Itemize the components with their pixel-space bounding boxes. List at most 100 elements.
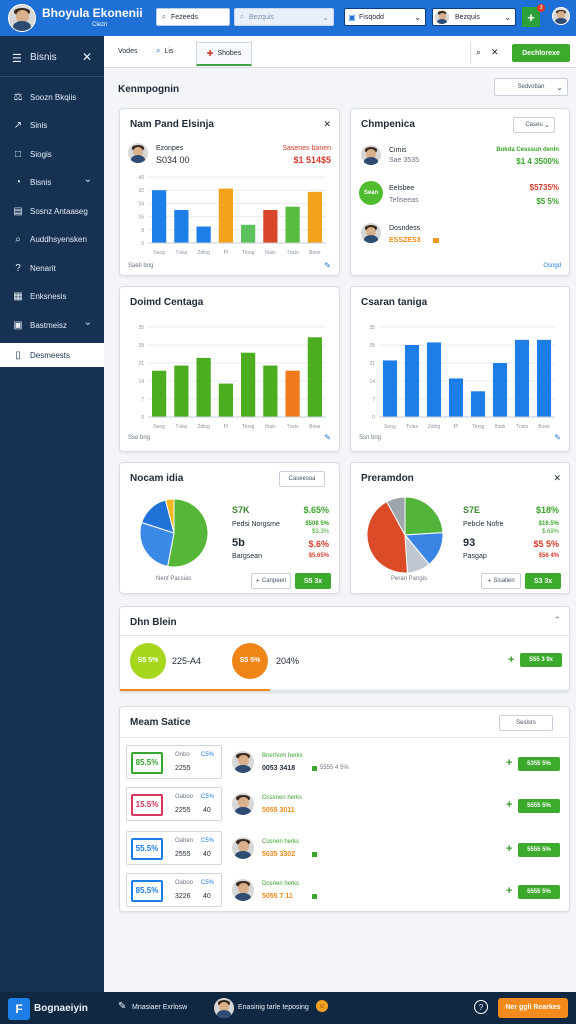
search-field-2[interactable]: ⌕ Bezquis ⌄ [234,8,334,26]
chevron-up-icon[interactable]: ⌃ [553,615,561,626]
bar [514,339,530,417]
list-item[interactable]: 85.5% Onbo C5% 2255 [126,745,222,779]
bottom-item-2[interactable]: Enasinig tarle teposing [238,1004,309,1011]
sidebar-item-1[interactable]: ⚖ Soozn Bkqiis [0,85,104,109]
close-icon[interactable]: ✕ [491,47,499,58]
card-7-title: Dhn Blein [130,617,177,628]
plus-icon[interactable]: + [506,843,512,855]
card-5-primary-button[interactable]: S5 3x [295,573,331,589]
sidebar-item-6[interactable]: ⌕ Auddhsyensken [0,227,104,251]
card-2-footer[interactable]: Osngd [543,263,561,269]
sidebar-item-9[interactable]: ▣ Bastmeisz ⌄ [0,313,104,337]
sidebar-item-label: Enksnesis [30,291,67,301]
bar [263,365,278,417]
sidebar-item-label: Soozn Bkqiis [30,92,77,102]
x-tick-label: Ttnsg [472,424,485,430]
search-field-1[interactable]: ⌕ Fezeeds [156,8,230,26]
row-2-badge: 15.5% [131,794,163,816]
menu-icon[interactable]: ☰ [12,52,22,65]
bar [152,190,167,243]
sidebar-item-4[interactable]: ◔ Bisnis ⌄ [0,170,104,194]
edit-icon[interactable]: ✎ [324,433,331,442]
row-1-badge: 85.5% [131,752,163,774]
card-8-select[interactable]: Seslsrs [499,715,553,731]
card-7-right-value: 204% [276,656,300,666]
main-content: Vodes ⌕ Lis ✚ Shobes ⌕ ✕ Dechlorexe Kenm… [104,36,576,992]
question-icon[interactable]: ? [474,1000,488,1014]
card-6-title: Preramdon [361,473,414,484]
y-tick-label: 21 [369,361,375,367]
x-tick-label: Seog [153,424,165,430]
tab-list[interactable]: ⌕ Lis [156,46,173,56]
close-icon[interactable]: ✕ [323,119,331,130]
row-1-link[interactable]: C5% [201,752,214,758]
row-3-link[interactable]: C5% [201,838,214,844]
list-item[interactable]: 85.5% Oaboo C5% 3226 40 [126,873,222,907]
row-1-action-button[interactable]: 5355 5% [518,757,560,771]
card-5-secondary-button[interactable]: + Canpeen [251,573,291,589]
card-1-value-left: S034 00 [156,155,190,165]
card-6-primary-button[interactable]: S3 3x [525,573,561,589]
sidebar-item-2[interactable]: ↗ Sinis [0,113,104,137]
row-2-action-button[interactable]: 5555 5% [518,799,560,813]
list-item[interactable]: 55.5% Oaben C5% 2555 40 [126,831,222,865]
avatar [214,998,234,1018]
y-tick-label: 0 [141,415,144,421]
edit-icon[interactable]: ✎ [554,433,561,442]
page-select[interactable]: Sedvoban ⌄ [494,78,568,96]
list-item[interactable]: 15.5% Oaboo C5% 2255 40 [126,787,222,821]
row-4-link[interactable]: C5% [201,880,214,886]
bar [307,191,322,243]
plus-icon[interactable]: + [506,799,512,811]
sidebar-item-7[interactable]: ? Nenarit [0,256,104,280]
card-6-pie [366,496,444,574]
plus-icon[interactable]: + [508,654,514,666]
card-6: Preramdon ✕ S7E $18% Pebcle Nofre $16.5%… [350,462,570,594]
card-7-action-button[interactable]: S55 3 9x [520,653,562,667]
brand-icon[interactable]: F [8,998,30,1020]
plus-icon[interactable]: + [506,885,512,897]
pie-slice [404,496,444,536]
row-4-value: 40 [203,893,211,900]
plus-icon[interactable]: + [506,757,512,769]
briefcase-icon: ▣ [13,319,23,331]
bar [492,363,508,417]
row-2-top: Oaboo [175,794,194,800]
chevron-down-icon: ⌄ [414,12,421,22]
row-2-link[interactable]: C5% [201,794,214,800]
sidebar-divider [0,76,104,77]
cta-button[interactable]: Ner ggli Rearkes [498,998,568,1018]
close-icon[interactable]: ✕ [82,50,92,64]
sidebar-item-8[interactable]: ▦ Enksnesis [0,284,104,308]
card-6-d-value: $.69% [541,529,559,535]
card-5-select[interactable]: Caseesoa [279,471,325,487]
row-4-action-button[interactable]: 5555 5% [518,885,560,899]
person-2-value2: $5 5% [536,197,559,206]
sidebar-item-3[interactable]: □ Siogis [0,142,104,166]
profile-avatar[interactable] [552,7,570,25]
card-5-c-label: 5b [232,537,245,549]
person-1-value: Bnkda Cesssun denln [496,147,559,153]
sidebar-item-5[interactable]: ▤ Sosnz Antaaseg [0,199,104,223]
card-6-secondary-label: Sisatien [493,578,515,584]
card-2-select[interactable]: Caseu ⌄ [513,117,555,133]
row-3-person-title: Cosnen herks [262,839,300,845]
sidebar-item-10-active[interactable]: ▯ Desmeests [0,343,104,367]
primary-action-button[interactable]: Dechlorexe [512,44,570,62]
pen-icon[interactable]: ✎ [118,1001,126,1012]
user-menu[interactable]: Bezquis ⌄ [432,8,516,26]
close-icon[interactable]: ✕ [553,473,561,484]
tab-shobes[interactable]: ✚ Shobes [196,42,252,66]
row-3-action-button[interactable]: 5555 5% [518,843,560,857]
search-icon[interactable]: ⌕ [476,47,481,58]
app-avatar[interactable] [8,4,36,32]
tab-vodes[interactable]: Vodes [118,48,137,55]
edit-icon[interactable]: ✎ [324,261,331,270]
y-tick-label: 40 [138,175,144,181]
y-tick-label: 8 [141,228,144,234]
x-tick-label: Tnsis [516,424,528,430]
bottom-item-1[interactable]: Mnasiaer Exrlosw [132,1004,187,1011]
dropdown-filter[interactable]: ▣ Fisqodd ⌄ [344,8,426,26]
notification-badge: 3 [537,4,545,12]
card-6-secondary-button[interactable]: + Sisatien [481,573,521,589]
